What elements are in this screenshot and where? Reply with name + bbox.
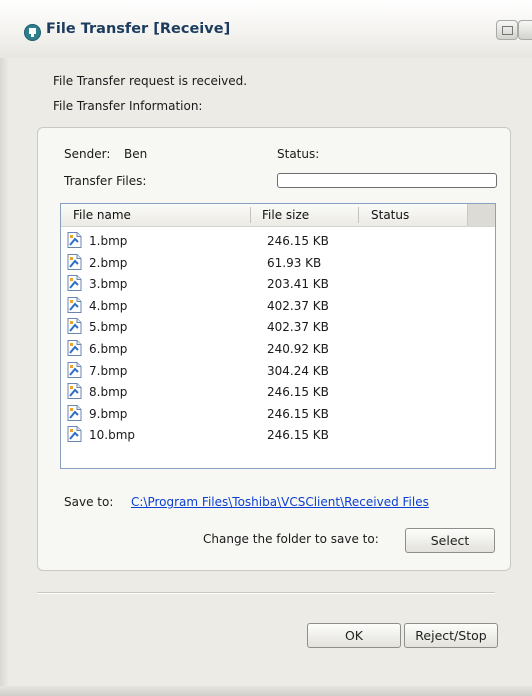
file-size-cell: 61.93 KB — [267, 255, 322, 270]
file-transfer-window: File Transfer [Receive] File Transfer re… — [0, 0, 532, 696]
image-file-icon — [67, 404, 82, 421]
save-to-label: Save to: — [64, 495, 114, 509]
request-text: File Transfer request is received. — [53, 74, 248, 88]
file-size-cell: 402.37 KB — [267, 320, 329, 335]
file-list-row[interactable]: 9.bmp 246.15 KB — [67, 404, 487, 424]
image-file-icon — [67, 361, 82, 378]
file-size-cell: 402.37 KB — [267, 298, 329, 313]
file-size-cell: 203.41 KB — [267, 277, 329, 292]
column-header-filler — [467, 204, 495, 226]
maximize-icon — [502, 26, 513, 35]
window-bottom-border — [0, 686, 532, 696]
title-bar[interactable]: File Transfer [Receive] — [0, 0, 532, 58]
divider — [37, 592, 495, 594]
file-list-row[interactable]: 8.bmp 246.15 KB — [67, 382, 487, 402]
info-label: File Transfer Information: — [53, 99, 203, 113]
image-file-icon — [67, 296, 82, 313]
window-border — [0, 58, 9, 696]
file-name-cell: 2.bmp — [89, 255, 128, 270]
image-file-icon — [67, 232, 82, 248]
save-folder-link[interactable]: C:\Program Files\Toshiba\VCSClient\Recei… — [131, 495, 429, 509]
file-list-row[interactable]: 4.bmp 402.37 KB — [67, 296, 487, 316]
column-header-status[interactable]: Status — [371, 208, 409, 222]
image-file-icon — [67, 318, 82, 335]
sender-label: Sender: — [64, 147, 111, 161]
reject-stop-button[interactable]: Reject/Stop — [404, 623, 498, 648]
transfer-progress-bar — [277, 173, 497, 188]
file-name-cell: 6.bmp — [89, 342, 128, 356]
image-file-icon — [67, 383, 82, 400]
file-name-cell: 4.bmp — [89, 298, 128, 313]
status-label: Status: — [277, 147, 320, 161]
file-list-row[interactable]: 10.bmp 246.15 KB — [67, 425, 487, 445]
file-name-cell: 7.bmp — [89, 363, 128, 378]
file-size-cell: 246.15 KB — [267, 385, 329, 400]
file-name-cell: 9.bmp — [89, 406, 128, 421]
image-file-icon — [67, 275, 82, 292]
file-size-cell: 246.15 KB — [267, 428, 329, 443]
file-size-cell: 304.24 KB — [267, 363, 329, 378]
file-list[interactable]: File name File size Status 1.bmp 246.15 K… — [60, 203, 496, 469]
window-title: File Transfer [Receive] — [46, 21, 231, 37]
sender-value: Ben — [124, 147, 148, 161]
maximize-button[interactable] — [496, 20, 518, 40]
change-folder-label: Change the folder to save to: — [203, 532, 379, 546]
file-list-row[interactable]: 7.bmp 304.24 KB — [67, 361, 487, 381]
column-separator[interactable] — [358, 207, 359, 223]
file-size-cell: 240.92 KB — [267, 342, 329, 356]
image-file-icon — [67, 253, 82, 270]
image-file-icon — [67, 340, 82, 356]
column-header-file-size[interactable]: File size — [262, 208, 309, 222]
file-name-cell: 5.bmp — [89, 320, 128, 335]
file-name-cell: 10.bmp — [89, 428, 136, 443]
column-header-file-name[interactable]: File name — [73, 208, 131, 222]
file-list-row[interactable]: 1.bmp 246.15 KB — [67, 231, 487, 251]
file-list-row[interactable]: 3.bmp 203.41 KB — [67, 274, 487, 294]
close-button[interactable] — [518, 20, 532, 40]
column-separator[interactable] — [250, 207, 251, 223]
file-name-cell: 8.bmp — [89, 385, 128, 400]
select-folder-button[interactable]: Select — [405, 528, 495, 553]
image-file-icon — [67, 426, 82, 443]
file-name-cell: 1.bmp — [89, 234, 128, 248]
file-list-row[interactable]: 2.bmp 61.93 KB — [67, 253, 487, 273]
file-list-header: File name File size Status — [61, 204, 495, 227]
transfer-files-label: Transfer Files: — [64, 174, 147, 188]
file-size-cell: 246.15 KB — [267, 406, 329, 421]
app-icon — [24, 24, 41, 41]
file-size-cell: 246.15 KB — [267, 234, 329, 248]
ok-button[interactable]: OK — [307, 623, 401, 648]
file-list-row[interactable]: 5.bmp 402.37 KB — [67, 317, 487, 337]
file-name-cell: 3.bmp — [89, 277, 128, 292]
file-list-row[interactable]: 6.bmp 240.92 KB — [67, 339, 487, 359]
